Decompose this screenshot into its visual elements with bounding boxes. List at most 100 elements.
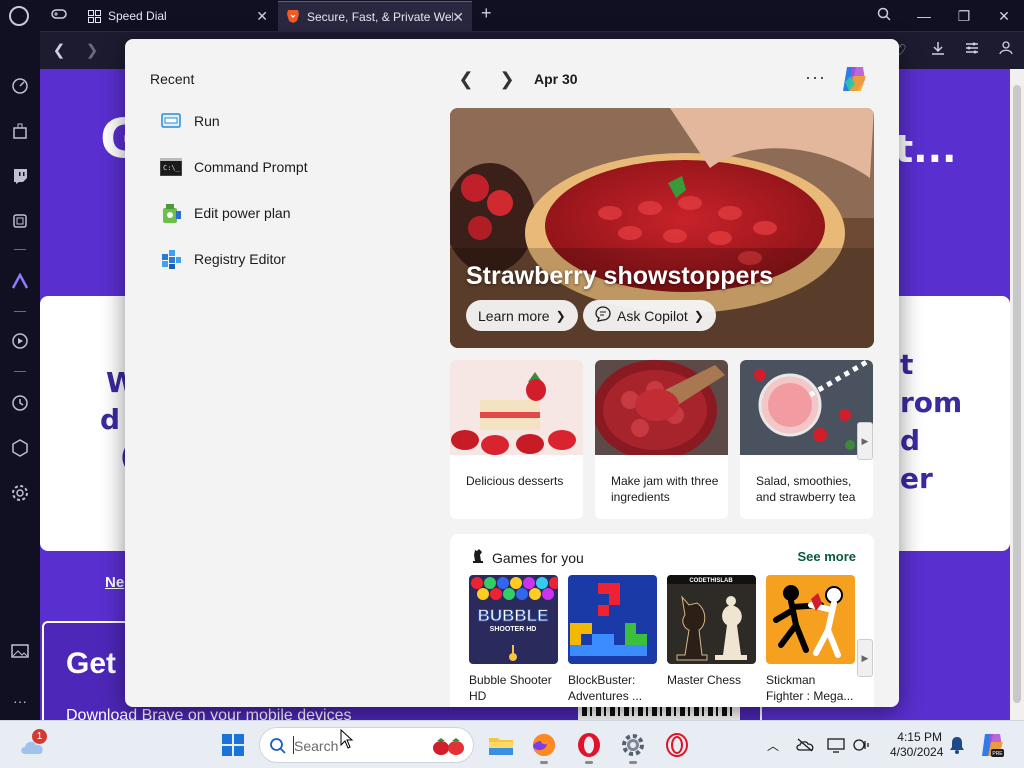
browser-tab-bar: Speed Dial ✕ Secure, Fast, & Private Web… (0, 0, 1024, 31)
download-icon[interactable] (928, 41, 948, 61)
chevron-right-icon: ❯ (693, 308, 704, 323)
taskbar-search-box[interactable]: Search (259, 727, 474, 763)
strawberry-search-highlight-icon (432, 736, 466, 761)
card-text: d (900, 424, 921, 457)
taskbar: 1 Search ︿ 4:15 PM 4/30/2024 PRE (0, 720, 1024, 768)
close-window-icon[interactable]: ✕ (992, 4, 1016, 28)
ask-copilot-button[interactable]: Ask Copilot ❯ (583, 300, 716, 331)
clock-time: 4:15 PM (897, 730, 942, 744)
onedrive-offline-icon[interactable] (796, 736, 814, 754)
start-windows-icon[interactable] (219, 731, 247, 759)
new-tab-button[interactable]: + (481, 3, 492, 24)
jam-image (595, 360, 728, 455)
story-tile-salad[interactable]: Salad, smoothies, and strawberry tea (740, 360, 873, 519)
restore-icon[interactable]: ❐ (952, 4, 976, 28)
extensions-icon[interactable] (10, 121, 30, 141)
registry-editor-icon (160, 248, 182, 270)
recent-item-run[interactable]: Run (160, 108, 220, 134)
settings-gear-icon[interactable] (10, 483, 30, 503)
chat-bubble-icon (595, 306, 611, 325)
minimize-icon[interactable]: ― (912, 4, 936, 28)
opera-gx-icon[interactable] (663, 731, 691, 759)
taskbar-clock[interactable]: 4:15 PM 4/30/2024 (890, 730, 943, 760)
history-icon[interactable] (10, 393, 30, 413)
notification-bell-icon[interactable] (948, 736, 966, 754)
more-icon[interactable]: ··· (10, 691, 30, 711)
next-day-icon[interactable]: ❯ (496, 69, 518, 91)
tab-label: Speed Dial (108, 9, 167, 23)
tiles-next-arrow[interactable]: ▶ (857, 422, 873, 460)
recent-item-registry-editor[interactable]: Registry Editor (160, 246, 286, 272)
tab-speed-dial[interactable]: Speed Dial ✕ (80, 1, 276, 31)
network-volume-icon[interactable] (853, 736, 871, 754)
back-icon[interactable]: ❮ (49, 41, 69, 61)
firefox-icon[interactable] (530, 731, 558, 764)
game-name: BlockBuster: Adventures ... (568, 673, 643, 703)
see-more-link[interactable]: See more (797, 549, 856, 564)
svg-text:C:\_: C:\_ (163, 164, 181, 172)
twitch-icon[interactable] (10, 166, 30, 186)
forward-icon[interactable]: ❯ (82, 41, 102, 61)
crypto-wallet-icon[interactable] (10, 211, 30, 231)
profile-icon[interactable] (996, 41, 1016, 61)
game-stickman-fighter[interactable]: Stickman Fighter : Mega... (766, 575, 855, 704)
widgets-date: Apr 30 (534, 71, 578, 87)
file-explorer-icon[interactable] (487, 731, 515, 759)
copilot-icon[interactable] (839, 64, 869, 94)
games-next-arrow[interactable]: ▶ (857, 639, 873, 677)
game-name: Bubble Shooter HD (469, 673, 552, 703)
gamepad-icon[interactable] (51, 7, 67, 24)
recent-item-command-prompt[interactable]: C:\_ Command Prompt (160, 154, 308, 180)
player-icon[interactable] (10, 331, 30, 351)
game-name: Stickman Fighter : Mega... (766, 673, 854, 703)
game-blockbuster[interactable]: BlockBuster: Adventures ... (568, 575, 657, 704)
display-icon[interactable] (827, 736, 845, 754)
story-tile-jam[interactable]: Make jam with three ingredients (595, 360, 728, 519)
more-options-icon[interactable]: ··· (805, 67, 826, 88)
sidebar-divider (14, 371, 26, 372)
box-icon[interactable] (10, 438, 30, 458)
running-indicator (585, 761, 593, 764)
search-icon (269, 737, 287, 760)
tile-caption: Make jam with three ingredients (611, 474, 719, 504)
hero-story-card[interactable]: Strawberry showstoppers Learn more ❯ Ask… (450, 108, 874, 348)
tab-brave[interactable]: Secure, Fast, & Private Web ✕ (278, 1, 472, 31)
gallery-icon[interactable] (10, 641, 30, 661)
recent-item-power-plan[interactable]: Edit power plan (160, 200, 291, 226)
page-scrollbar[interactable] (1010, 69, 1024, 720)
sidebar-divider (14, 311, 26, 312)
chevron-right-icon: ❯ (555, 308, 566, 323)
svg-text:BUBBLE: BUBBLE (478, 606, 549, 625)
hero-title: Strawberry showstoppers (466, 262, 774, 290)
close-tab-icon[interactable]: ✕ (452, 9, 464, 26)
search-placeholder: Search (294, 738, 339, 754)
settings-icon[interactable] (619, 731, 647, 764)
command-prompt-icon: C:\_ (160, 156, 182, 178)
opera-menu-icon[interactable] (9, 6, 29, 26)
easy-setup-icon[interactable] (962, 41, 982, 61)
games-card: Games for you See more BUBBLE SHOOTER HD (450, 534, 874, 707)
game-bubble-shooter[interactable]: BUBBLE SHOOTER HD Bubble Shooter HD (469, 575, 558, 704)
learn-more-button[interactable]: Learn more ❯ (466, 300, 578, 331)
game-master-chess[interactable]: CODETHISLAB Master Chess (667, 575, 756, 688)
aria-speed-icon[interactable] (10, 76, 30, 96)
blockbuster-thumbnail (568, 575, 657, 664)
story-tile-desserts[interactable]: Delicious desserts (450, 360, 583, 519)
opera-icon[interactable] (575, 731, 603, 764)
svg-text:CODETHISLAB: CODETHISLAB (689, 578, 733, 584)
svg-text:SHOOTER HD: SHOOTER HD (490, 626, 537, 633)
card-text: er (900, 462, 933, 495)
copilot-taskbar-icon[interactable]: PRE (978, 731, 1006, 759)
close-tab-icon[interactable]: ✕ (256, 8, 268, 25)
search-tabs-icon[interactable] (872, 4, 896, 28)
page-link[interactable]: Ne (105, 574, 124, 591)
speed-dial-icon (88, 9, 101, 23)
games-header: Games for you (470, 548, 584, 567)
previous-day-icon[interactable]: ❮ (455, 69, 477, 91)
show-hidden-icons-icon[interactable]: ︿ (764, 736, 782, 754)
aria-ai-icon[interactable] (10, 271, 30, 291)
scrollbar-thumb[interactable] (1013, 85, 1021, 703)
ask-copilot-label: Ask Copilot (617, 307, 688, 324)
games-heading: Games for you (492, 549, 584, 566)
card-text: t (900, 348, 914, 381)
